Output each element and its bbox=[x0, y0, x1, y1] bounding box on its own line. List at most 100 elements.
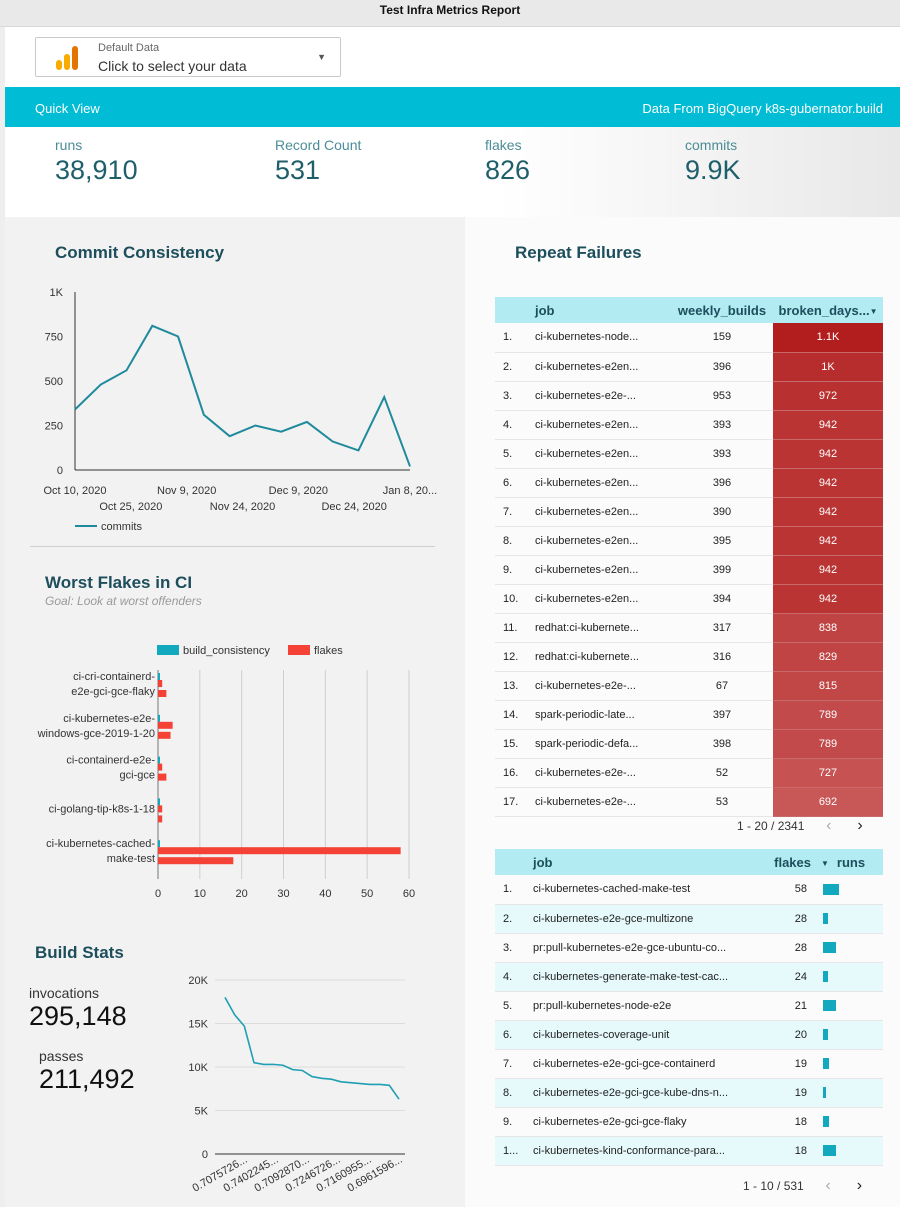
row-index: 11. bbox=[495, 613, 535, 643]
cell-weekly-builds: 396 bbox=[671, 468, 773, 498]
cell-broken-days: 789 bbox=[773, 729, 883, 759]
table-row[interactable]: 10. ci-kubernetes-e2en... 394 942 bbox=[495, 584, 883, 614]
table-row[interactable]: 1. ci-kubernetes-cached-make-test 58 bbox=[495, 875, 883, 905]
header-weekly-builds[interactable]: weekly_builds bbox=[671, 297, 773, 323]
legend-label: commits bbox=[101, 521, 142, 533]
table-row[interactable]: 12. redhat:ci-kubernete... 316 829 bbox=[495, 642, 883, 672]
table-row[interactable]: 3. ci-kubernetes-e2e-... 953 972 bbox=[495, 381, 883, 411]
row-index: 1... bbox=[495, 1136, 533, 1166]
cell-job: ci-kubernetes-node... bbox=[535, 323, 671, 353]
bar-flakes bbox=[158, 815, 163, 823]
sort-desc-icon[interactable]: ▼ bbox=[870, 307, 878, 316]
repeat-failures-pager: 1 - 20 / 2341 ‹ › bbox=[737, 817, 869, 835]
cell-broken-days: 942 bbox=[773, 410, 883, 440]
cell-broken-days: 1K bbox=[773, 352, 883, 382]
header-job[interactable]: job bbox=[535, 297, 671, 323]
header-flakes[interactable]: flakes bbox=[755, 849, 815, 875]
cell-job: ci-kubernetes-e2en... bbox=[535, 468, 671, 498]
data-source-caption: Data From BigQuery k8s-gubernator.build bbox=[642, 101, 883, 116]
category-label: ci-kubernetes-cached- bbox=[46, 838, 155, 850]
cell-job: ci-kubernetes-e2e-... bbox=[535, 671, 671, 701]
runs-bar bbox=[823, 1145, 836, 1156]
table-row[interactable]: 4. ci-kubernetes-e2en... 393 942 bbox=[495, 410, 883, 440]
table-row[interactable]: 8. ci-kubernetes-e2en... 395 942 bbox=[495, 526, 883, 556]
table-row[interactable]: 4. ci-kubernetes-generate-make-test-cac..… bbox=[495, 962, 883, 992]
x-tick-label: 20 bbox=[236, 888, 248, 900]
invocations-value: 295,148 bbox=[29, 1001, 127, 1031]
table-row[interactable]: 7. ci-kubernetes-e2e-gci-gce-containerd 19 bbox=[495, 1049, 883, 1079]
kpi-value: 38,910 bbox=[55, 155, 138, 185]
cell-weekly-builds: 953 bbox=[671, 381, 773, 411]
build-stats-chart: 05K10K15K20K0.7075726...0.7402245...0.70… bbox=[188, 975, 405, 1195]
table-row[interactable]: 6. ci-kubernetes-coverage-unit 20 bbox=[495, 1020, 883, 1050]
table-row[interactable]: 2. ci-kubernetes-e2en... 396 1K bbox=[495, 352, 883, 382]
runs-bar bbox=[823, 1029, 828, 1040]
kpi-runs: runs 38,910 bbox=[55, 137, 138, 186]
table-row[interactable]: 7. ci-kubernetes-e2en... 390 942 bbox=[495, 497, 883, 527]
cell-job: ci-kubernetes-e2en... bbox=[535, 555, 671, 585]
cell-job: ci-kubernetes-kind-conformance-para... bbox=[533, 1136, 755, 1166]
table-row[interactable]: 14. spark-periodic-late... 397 789 bbox=[495, 700, 883, 730]
table-row[interactable]: 5. ci-kubernetes-e2en... 393 942 bbox=[495, 439, 883, 469]
table-row[interactable]: 1... ci-kubernetes-kind-conformance-para.… bbox=[495, 1136, 883, 1166]
prev-page-icon[interactable]: ‹ bbox=[820, 817, 838, 835]
header-runs[interactable]: ▼ runs bbox=[815, 849, 883, 875]
header-job[interactable]: job bbox=[533, 849, 755, 875]
prev-page-icon[interactable]: ‹ bbox=[819, 1177, 837, 1195]
cell-broken-days: 727 bbox=[773, 758, 883, 788]
table-row[interactable]: 5. pr:pull-kubernetes-node-e2e 21 bbox=[495, 991, 883, 1021]
row-index: 9. bbox=[495, 555, 535, 585]
next-page-icon[interactable]: › bbox=[850, 1177, 868, 1195]
cell-broken-days: 942 bbox=[773, 497, 883, 527]
cell-weekly-builds: 159 bbox=[671, 323, 773, 353]
table-row[interactable]: 9. ci-kubernetes-e2e-gci-gce-flaky 18 bbox=[495, 1107, 883, 1137]
runs-bar bbox=[823, 913, 828, 924]
y-tick-label: 10K bbox=[188, 1062, 208, 1074]
next-page-icon[interactable]: › bbox=[851, 817, 869, 835]
row-index: 3. bbox=[495, 933, 533, 963]
table-row[interactable]: 6. ci-kubernetes-e2en... 396 942 bbox=[495, 468, 883, 498]
table-row[interactable]: 11. redhat:ci-kubernete... 317 838 bbox=[495, 613, 883, 643]
sort-desc-icon[interactable]: ▼ bbox=[821, 859, 829, 868]
cell-runs bbox=[815, 1136, 883, 1166]
row-index: 15. bbox=[495, 729, 535, 759]
commit-consistency-title: Commit Consistency bbox=[55, 243, 225, 262]
kpi-label: commits bbox=[685, 137, 738, 153]
header-broken-days[interactable]: broken_days...▼ bbox=[773, 297, 883, 323]
table-row[interactable]: 16. ci-kubernetes-e2e-... 52 727 bbox=[495, 758, 883, 788]
cell-weekly-builds: 396 bbox=[671, 352, 773, 382]
x-tick-label: 60 bbox=[403, 888, 415, 900]
row-index: 14. bbox=[495, 700, 535, 730]
invocations-label: invocations bbox=[29, 985, 100, 1001]
table-row[interactable]: 13. ci-kubernetes-e2e-... 67 815 bbox=[495, 671, 883, 701]
cell-job: ci-kubernetes-e2en... bbox=[535, 352, 671, 382]
table-row[interactable]: 15. spark-periodic-defa... 398 789 bbox=[495, 729, 883, 759]
table-row[interactable]: 9. ci-kubernetes-e2en... 399 942 bbox=[495, 555, 883, 585]
kpi-record-count: Record Count 531 bbox=[275, 137, 361, 186]
quick-view-bar: Quick View Data From BigQuery k8s-gubern… bbox=[5, 87, 900, 127]
kpi-value: 826 bbox=[485, 155, 531, 185]
category-label: ci-cri-containerd- bbox=[73, 671, 155, 683]
table-row[interactable]: 2. ci-kubernetes-e2e-gce-multizone 28 bbox=[495, 904, 883, 934]
left-column: Commit Consistency 0 250 500 750 1K Oct 10, 2… bbox=[5, 217, 465, 1207]
bar-build-consistency bbox=[158, 798, 160, 806]
table-header-row: job weekly_builds broken_days...▼ bbox=[495, 297, 883, 323]
cell-flakes: 18 bbox=[755, 1107, 815, 1137]
cell-weekly-builds: 67 bbox=[671, 671, 773, 701]
table-row[interactable]: 8. ci-kubernetes-e2e-gci-gce-kube-dns-n..… bbox=[495, 1078, 883, 1108]
row-index: 6. bbox=[495, 468, 535, 498]
cell-broken-days: 692 bbox=[773, 787, 883, 817]
y-tick-label: 0 bbox=[202, 1149, 208, 1161]
x-tick-label: Jan 8, 20... bbox=[383, 485, 437, 497]
cell-job: pr:pull-kubernetes-node-e2e bbox=[533, 991, 755, 1021]
x-tick-label: Nov 24, 2020 bbox=[210, 501, 275, 513]
data-source-selector[interactable]: Default Data Click to select your data ▼ bbox=[35, 37, 341, 77]
row-index: 12. bbox=[495, 642, 535, 672]
chevron-down-icon[interactable]: ▼ bbox=[317, 52, 326, 62]
table-row[interactable]: 1. ci-kubernetes-node... 159 1.1K bbox=[495, 323, 883, 353]
runs-bar bbox=[823, 1116, 829, 1127]
row-index: 4. bbox=[495, 410, 535, 440]
table-row[interactable]: 17. ci-kubernetes-e2e-... 53 692 bbox=[495, 787, 883, 817]
table-row[interactable]: 3. pr:pull-kubernetes-e2e-gce-ubuntu-co..… bbox=[495, 933, 883, 963]
header-runs-label: runs bbox=[836, 854, 866, 870]
